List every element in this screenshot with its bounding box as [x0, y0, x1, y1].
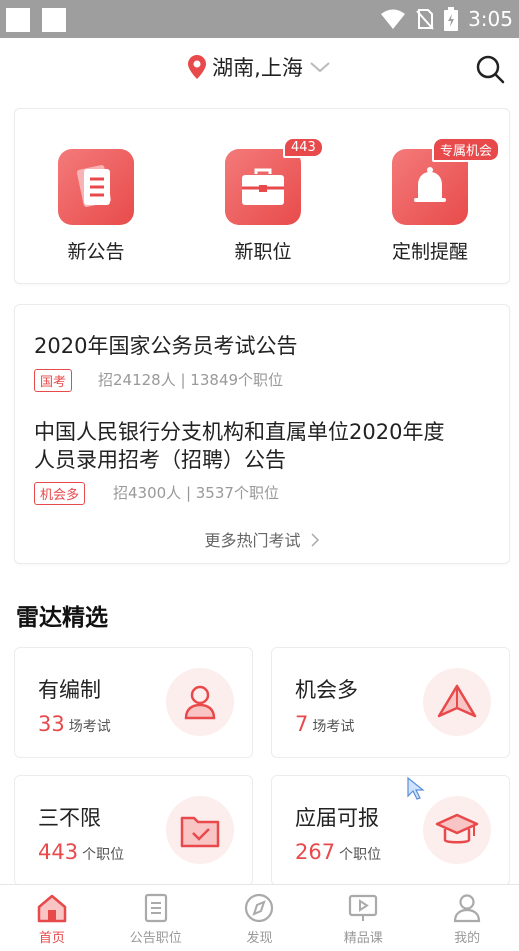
radar-card-fresh-graduates[interactable]: 应届可报 267 个职位 [271, 775, 510, 886]
location-pin-icon [188, 55, 207, 79]
radar-card-title: 三不限 [38, 806, 101, 830]
radar-card-count: 443 个职位 [38, 840, 125, 864]
folder-check-icon [166, 796, 234, 864]
tab-profile[interactable]: 我的 [415, 885, 519, 951]
search-icon[interactable] [475, 54, 505, 84]
wifi-icon [381, 9, 406, 29]
exam-title-line1: 中国人民银行分支机构和直属单位2020年度 [34, 420, 445, 444]
chevron-down-icon [310, 62, 330, 73]
section-title: 雷达精选 [16, 605, 108, 631]
radar-card-title: 应届可报 [295, 806, 379, 830]
document-icon [58, 149, 134, 225]
status-bar: 3:05 [0, 0, 519, 38]
tab-label: 精品课 [343, 931, 383, 946]
compass-icon [245, 893, 274, 923]
new-position-count-badge: 443 [283, 137, 324, 158]
radar-card-title: 机会多 [295, 678, 358, 702]
exam-title: 2020年国家公务员考试公告 [34, 334, 298, 358]
tab-label: 公告职位 [129, 931, 182, 946]
cursor-icon [407, 776, 425, 800]
tab-label: 我的 [454, 931, 481, 946]
chevron-right-icon [311, 533, 319, 547]
tab-label: 首页 [38, 931, 65, 946]
tab-premium-courses[interactable]: 精品课 [311, 885, 415, 951]
radar-card-title: 有编制 [38, 678, 101, 702]
radar-card-count: 267 个职位 [295, 840, 382, 864]
notification-icon [42, 8, 66, 32]
quick-action-custom-reminder[interactable]: 专属机会 定制提醒 [370, 137, 501, 264]
quick-action-label: 新职位 [234, 241, 292, 263]
list-document-icon [144, 893, 167, 923]
radar-card-has-quota[interactable]: 有编制 33 场考试 [14, 647, 253, 758]
exam-title-line2: 人员录用招考（招聘）公告 [34, 448, 286, 472]
exam-tag: 机会多 [34, 482, 86, 505]
radar-card-no-limits[interactable]: 三不限 443 个职位 [14, 775, 253, 886]
more-link-label: 更多热门考试 [204, 531, 301, 550]
radar-card-count: 7 场考试 [295, 712, 355, 736]
exam-meta: 招4300人 | 3537个职位 [113, 484, 279, 502]
location-selector[interactable]: 湖南,上海 [0, 52, 519, 82]
tab-discover[interactable]: 发现 [208, 885, 312, 951]
exam-tag: 国考 [34, 369, 73, 392]
location-label: 湖南,上海 [212, 56, 303, 80]
tab-home[interactable]: 首页 [0, 885, 104, 951]
bottom-tab-bar: 首页 公告职位 发现 精品课 我的 [0, 884, 519, 951]
clock: 3:05 [468, 7, 513, 31]
quick-actions-card: 新公告 443 新职位 专属机会 定制提醒 [14, 108, 510, 284]
radar-card-more-chances[interactable]: 机会多 7 场考试 [271, 647, 510, 758]
quick-action-new-announcement[interactable]: 新公告 [36, 149, 156, 264]
home-icon [37, 894, 67, 923]
quick-action-label: 新公告 [67, 241, 125, 263]
battery-icon [444, 7, 459, 31]
tab-label: 发现 [246, 931, 273, 946]
exam-meta: 招24128人 | 13849个职位 [98, 371, 284, 389]
app-header: 湖南,上海 [0, 38, 519, 100]
hot-exams-card: 2020年国家公务员考试公告 国考 招24128人 | 13849个职位 中国人… [14, 304, 510, 564]
person-icon [166, 668, 234, 736]
user-icon [453, 894, 481, 923]
more-hot-exams-link[interactable]: 更多热门考试 [15, 527, 509, 551]
exclusive-opportunity-badge: 专属机会 [432, 137, 501, 162]
video-lesson-icon [349, 894, 378, 921]
briefcase-icon [225, 149, 301, 225]
quick-action-label: 定制提醒 [391, 241, 468, 263]
graduation-cap-icon [423, 796, 491, 864]
tab-announcements-positions[interactable]: 公告职位 [104, 885, 208, 951]
radar-card-count: 33 场考试 [38, 712, 111, 736]
paper-plane-icon [423, 668, 491, 736]
quick-action-new-position[interactable]: 443 新职位 [203, 137, 324, 264]
notification-icon [6, 8, 30, 32]
no-sim-icon [416, 9, 434, 30]
